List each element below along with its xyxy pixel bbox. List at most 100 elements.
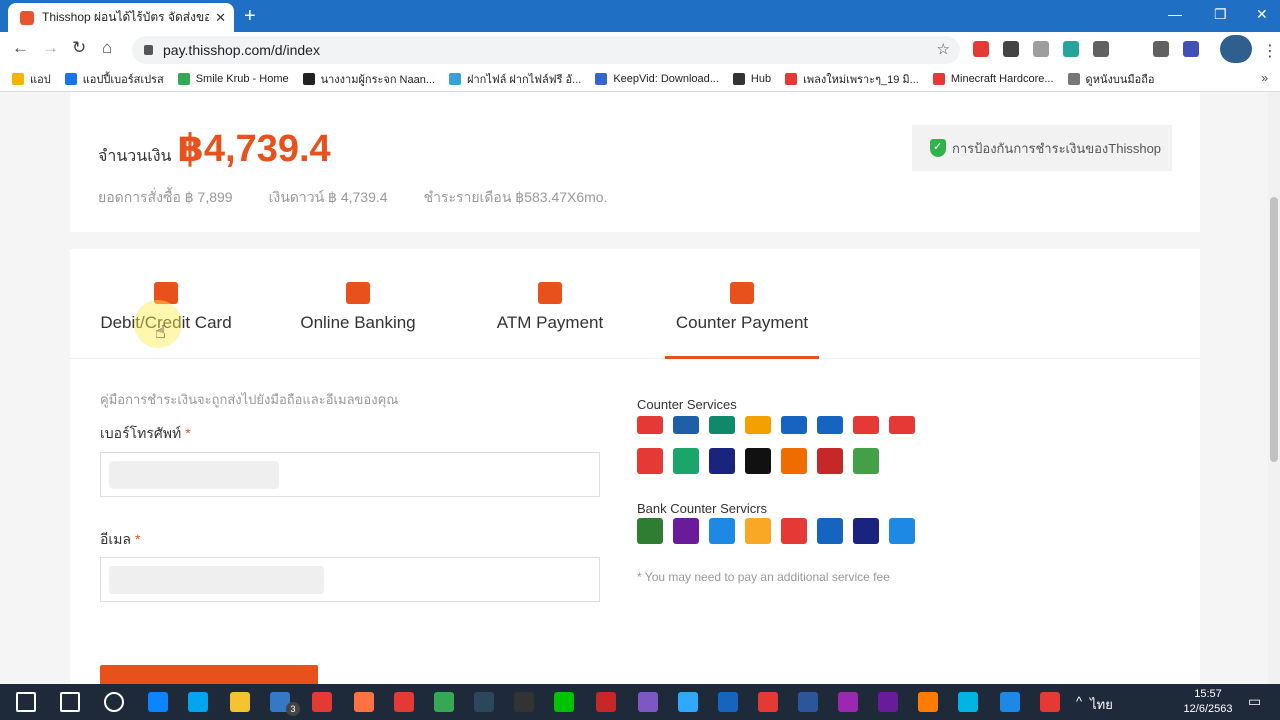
taskbar-clock[interactable]: 15:57 12/6/2563	[1178, 687, 1238, 717]
counter-service-logo	[853, 448, 879, 474]
counter-service-logo	[709, 448, 735, 474]
counter-service-logo	[817, 448, 843, 474]
download-extension-icon[interactable]	[1153, 41, 1169, 57]
form-hint: คู่มือการชำระเงินจะถูกส่งไปยังมือถือและอ…	[100, 392, 399, 407]
after-effects-icon[interactable]	[878, 692, 898, 712]
photoshop-icon[interactable]	[678, 692, 698, 712]
store-icon[interactable]	[188, 692, 208, 712]
bookmark-label: เพลงใหม่เพราะๆ_19 มิ...	[803, 73, 919, 86]
vegas-icon[interactable]	[958, 692, 978, 712]
bookmark-item[interactable]: แอป	[12, 70, 51, 88]
game-icon[interactable]	[596, 692, 616, 712]
tray-expand-icon[interactable]: ^	[1076, 694, 1082, 715]
bookmark-favicon-icon	[1067, 72, 1080, 85]
tab-counter-payment[interactable]: Counter Payment	[665, 249, 819, 359]
tab-online-banking[interactable]: Online Banking	[298, 249, 418, 359]
bank-logo	[637, 518, 663, 544]
amount-label: จำนวนเงิน	[98, 148, 172, 165]
chrome-icon[interactable]	[312, 692, 332, 712]
bookmark-item[interactable]: Smile Krub - Home	[177, 72, 289, 85]
url-text: pay.thisshop.com/d/index	[163, 42, 320, 58]
search-icon[interactable]	[60, 692, 80, 712]
language-indicator[interactable]: ไทย	[1090, 694, 1113, 715]
windows-start-icon[interactable]	[16, 692, 36, 712]
scrollbar-thumb[interactable]	[1270, 197, 1278, 462]
home-button[interactable]: ⌂	[102, 38, 112, 58]
bookmark-favicon-icon	[785, 72, 798, 85]
extension-icon[interactable]	[1063, 41, 1079, 57]
email-label: อีเมล *	[100, 529, 140, 551]
required-mark: *	[135, 531, 141, 547]
redacted-value	[109, 461, 279, 489]
edge-icon[interactable]	[148, 692, 168, 712]
app-icon[interactable]	[718, 692, 738, 712]
page-scrollbar[interactable]	[1268, 92, 1280, 684]
monthly-payment: ชำระรายเดือน ฿583.47X6mo.	[423, 189, 608, 205]
email-input[interactable]	[100, 557, 600, 602]
back-button[interactable]: ←	[12, 38, 29, 58]
bookmark-item[interactable]: Hub	[732, 72, 771, 85]
word-icon[interactable]	[798, 692, 818, 712]
window-close-button[interactable]: ✕	[1256, 6, 1268, 23]
extension-icon[interactable]	[1183, 41, 1199, 57]
bookmarks-more-icon[interactable]: »	[1261, 71, 1268, 85]
forward-button[interactable]: →	[42, 38, 59, 58]
acrobat-icon[interactable]	[758, 692, 778, 712]
reload-button[interactable]: ↻	[72, 38, 86, 58]
steam-icon[interactable]	[474, 692, 494, 712]
epic-games-icon[interactable]	[514, 692, 534, 712]
bookmark-label: แอป	[30, 73, 51, 86]
bookmark-favicon-icon	[64, 72, 77, 85]
app-icon[interactable]	[1000, 692, 1020, 712]
bookmark-item[interactable]: ดูหนังบนมือถือ	[1067, 70, 1154, 88]
redacted-value	[109, 566, 324, 594]
bookmark-label: นางงามผู้กระจก Naan...	[320, 73, 436, 86]
extension-icon[interactable]	[1003, 41, 1019, 57]
maximize-button[interactable]: ❐	[1214, 6, 1227, 23]
bookmark-favicon-icon	[732, 72, 745, 85]
download-extension-icon[interactable]	[1093, 41, 1109, 57]
line-icon[interactable]	[554, 692, 574, 712]
app-icon[interactable]	[638, 692, 658, 712]
bookmark-item[interactable]: เพลงใหม่เพราะๆ_19 มิ...	[785, 70, 919, 88]
bank-counter-title: Bank Counter Servicrs	[637, 501, 768, 516]
bookmark-item[interactable]: ฝากไฟล์ ฝากไฟล์ฟรี อั...	[449, 70, 581, 88]
cortana-icon[interactable]	[104, 692, 124, 712]
illustrator-icon[interactable]	[918, 692, 938, 712]
adblock-extension-icon[interactable]	[973, 41, 989, 57]
profile-avatar[interactable]	[1220, 35, 1252, 63]
bookmark-label: Smile Krub - Home	[195, 72, 289, 85]
tab-close-icon[interactable]: ✕	[215, 10, 226, 26]
bookmark-label: แอปปี้เบอร์สเปรส	[82, 73, 164, 86]
shield-check-icon	[930, 139, 946, 157]
order-total: ยอดการสั่งซื้อ ฿ 7,899	[98, 189, 233, 205]
premiere-icon[interactable]	[838, 692, 858, 712]
bookmark-item[interactable]: แอปปี้เบอร์สเปรส	[64, 70, 164, 88]
protection-text: การป้องกันการชำระเงินของThisshop	[952, 140, 1162, 156]
extension-icon[interactable]	[1033, 41, 1049, 57]
bookmark-item[interactable]: Minecraft Hardcore...	[932, 72, 1054, 85]
app-icon[interactable]	[434, 692, 454, 712]
menu-kebab-icon[interactable]: ⋮	[1262, 41, 1278, 61]
counter-icon	[730, 282, 754, 304]
bookmark-star-icon[interactable]: ☆	[937, 40, 950, 58]
record-icon[interactable]	[1040, 692, 1060, 712]
minimize-button[interactable]: —	[1168, 6, 1182, 22]
phone-input[interactable]	[100, 452, 600, 497]
notification-icon[interactable]: ▭	[1248, 693, 1261, 710]
bookmark-item[interactable]: นางงามผู้กระจก Naan...	[302, 70, 436, 88]
phone-label: เบอร์โทรศัพท์ *	[100, 423, 191, 445]
counter-service-logo	[637, 416, 663, 434]
address-bar[interactable]: pay.thisshop.com/d/index ☆	[132, 36, 960, 64]
bookmark-item[interactable]: KeepVid: Download...	[595, 72, 719, 85]
file-explorer-icon[interactable]	[230, 692, 250, 712]
browser-tab[interactable]: Thisshop ผ่อนได้ไร้บัตร จัดส่งของเร็วทั่…	[8, 3, 234, 32]
payment-page: จำนวนเงิน ฿4,739.4 ยอดการสั่งซื้อ ฿ 7,89…	[0, 92, 1268, 684]
firefox-icon[interactable]	[354, 692, 374, 712]
payment-protection-badge: การป้องกันการชำระเงินของThisshop	[912, 125, 1172, 171]
browser-toolbar: ← → ↻ ⌂ pay.thisshop.com/d/index ☆ ⋮	[0, 32, 1280, 66]
bookmark-favicon-icon	[932, 72, 945, 85]
opera-icon[interactable]	[394, 692, 414, 712]
tab-atm-payment[interactable]: ATM Payment	[496, 249, 604, 359]
new-tab-button[interactable]: +	[244, 5, 256, 28]
